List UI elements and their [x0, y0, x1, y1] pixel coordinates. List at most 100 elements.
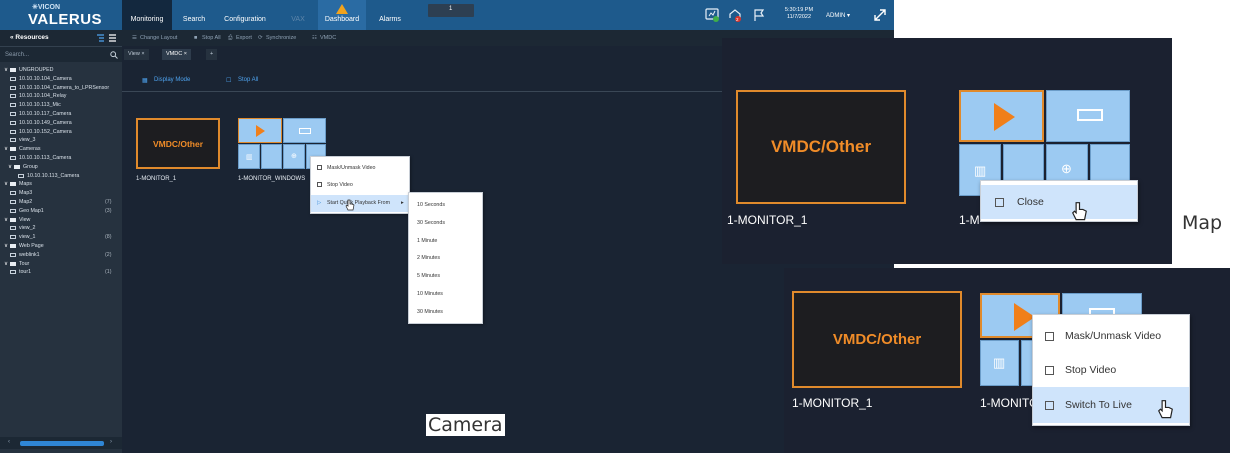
sidebar-title[interactable]: « Resources — [10, 34, 49, 41]
export-icon: ⎙ — [228, 35, 233, 41]
sidebar-item[interactable]: tour1 (1) — [0, 268, 122, 277]
chevron-down-icon[interactable]: ∨ — [4, 67, 8, 73]
sidebar-item-label: view_1 — [19, 234, 36, 241]
map-zoom-vmdc-tile[interactable]: VMDC/Other — [736, 90, 906, 204]
sidebar-item[interactable]: 10.10.10.104_Camera — [0, 75, 122, 84]
tab-alarms[interactable]: Alarms — [368, 0, 412, 30]
sidebar-item[interactable]: ∨ Cameras — [0, 145, 122, 154]
tab-dashboard[interactable]: Dashboard — [318, 0, 366, 30]
tab-configuration[interactable]: Configuration — [216, 0, 274, 30]
zoom-mask-unmask-item[interactable]: Mask/Unmask Video — [1033, 319, 1189, 353]
stop-all-mode-button[interactable]: Stop All — [238, 77, 258, 83]
list-view-icon[interactable] — [108, 34, 117, 42]
playback-duration-label: 5 Minutes — [417, 273, 440, 280]
sidebar-item-label: Group — [23, 163, 38, 170]
grid-cell-empty[interactable] — [261, 144, 282, 169]
sidebar-item[interactable]: 10.10.10.113_Camera — [0, 154, 122, 163]
fullscreen-icon[interactable] — [872, 7, 888, 23]
playback-duration-item[interactable]: 5 Minutes — [409, 268, 482, 284]
tab-vax[interactable]: VAX — [280, 0, 316, 30]
close-menu-item[interactable]: Close — [981, 185, 1137, 219]
flag-icon[interactable] — [752, 8, 766, 22]
search-icon[interactable] — [110, 51, 118, 59]
change-layout-button[interactable]: Change Layout — [140, 35, 177, 41]
chevron-down-icon[interactable]: ∨ — [4, 181, 8, 187]
sidebar-item[interactable]: view_2 — [0, 224, 122, 233]
folder-icon — [14, 164, 20, 169]
resource-search-input[interactable]: Search... — [0, 46, 122, 62]
camera-zoom-cell-map[interactable]: ▥ — [980, 340, 1019, 386]
chevron-down-icon[interactable]: ∨ — [4, 217, 8, 223]
sidebar-item[interactable]: Map3 — [0, 189, 122, 198]
tab-view[interactable]: View × — [124, 49, 149, 60]
tab-monitoring[interactable]: Monitoring — [122, 0, 172, 30]
sidebar-item[interactable]: 10.10.10.117_Camera — [0, 110, 122, 119]
playback-duration-item[interactable]: 10 Minutes — [409, 286, 482, 302]
zoom-stop-video-item[interactable]: Stop Video — [1033, 353, 1189, 387]
grid-cell-camera[interactable] — [238, 118, 282, 143]
sidebar-item-label: Geo Map1 — [19, 207, 44, 214]
sidebar-item[interactable]: ∨ Tour — [0, 260, 122, 269]
sidebar-item[interactable]: view_3 — [0, 136, 122, 145]
sidebar-item[interactable]: Geo Map1 (3) — [0, 207, 122, 216]
synchronize-button[interactable]: Synchronize — [266, 35, 296, 41]
quick-playback-menu-item[interactable]: ▷ Start Quick Playback From ▸ — [311, 195, 409, 212]
sidebar-item[interactable]: ∨ Group — [0, 163, 122, 172]
map-caption: Map — [1182, 212, 1223, 234]
add-tab-button[interactable]: + — [206, 49, 218, 60]
scrollbar-thumb[interactable] — [20, 441, 104, 446]
display-mode-button[interactable]: Display Mode — [154, 77, 190, 83]
vmdc-other-tile[interactable]: VMDC/Other — [136, 118, 220, 169]
lpr-icon — [10, 85, 16, 90]
vmdc-button[interactable]: VMDC — [320, 35, 336, 41]
playback-duration-item[interactable]: 10 Seconds — [409, 197, 482, 213]
sidebar-item[interactable]: weblink1 (2) — [0, 251, 122, 260]
scroll-left-icon[interactable]: ‹ — [8, 439, 10, 445]
map-zoom-cell-camera[interactable] — [959, 90, 1044, 142]
camera-caption: Camera — [426, 414, 505, 436]
sidebar-item[interactable]: 10.10.10.113_Mic — [0, 101, 122, 110]
sidebar-item[interactable]: ∨ Web Page — [0, 242, 122, 251]
sidebar-item-label: UNGROUPED — [19, 67, 54, 73]
sidebar-item[interactable]: 10.10.10.149_Camera — [0, 119, 122, 128]
camera-zoom-vmdc-tile[interactable]: VMDC/Other — [792, 291, 962, 388]
upload-notification-icon[interactable] — [728, 8, 742, 22]
user-menu[interactable]: ADMIN ▾ — [826, 12, 850, 19]
playback-duration-item[interactable]: 1 Minute — [409, 233, 482, 249]
playback-duration-item[interactable]: 30 Minutes — [409, 304, 482, 320]
export-button[interactable]: Export — [236, 35, 252, 41]
sidebar-item[interactable]: Map2 (7) — [0, 198, 122, 207]
sidebar-item[interactable]: 10.10.10.113_Camera — [0, 172, 122, 181]
scroll-right-icon[interactable]: › — [110, 439, 112, 445]
grid-cell-map[interactable]: ▥ — [238, 144, 260, 169]
chevron-down-icon[interactable]: ∨ — [4, 146, 8, 152]
tree-view-icon[interactable] — [96, 34, 105, 42]
sidebar-item[interactable]: 10.10.10.152_Camera — [0, 128, 122, 137]
monitor-alert-icon[interactable] — [705, 8, 719, 22]
alarm-count-panel[interactable]: 1 — [428, 4, 474, 17]
mask-unmask-menu-item[interactable]: Mask/Unmask Video — [311, 160, 409, 176]
stop-video-menu-item[interactable]: Stop Video — [311, 177, 409, 193]
grid-cell-web[interactable]: ⊕ — [283, 144, 305, 169]
tab-search[interactable]: Search — [176, 0, 212, 30]
sidebar-item[interactable]: ∨ View — [0, 216, 122, 225]
sidebar-item[interactable]: 10.10.10.104_Relay — [0, 92, 122, 101]
grid-cell-keyboard[interactable] — [283, 118, 326, 143]
resource-tree: ∨ UNGROUPED 10.10.10.104_Camera 10.10.10.10… — [0, 66, 122, 277]
monitor-1-label: 1-MONITOR_1 — [136, 176, 177, 182]
chevron-down-icon[interactable]: ∨ — [4, 243, 8, 249]
sidebar-item[interactable]: ∨ UNGROUPED — [0, 66, 122, 75]
sidebar-item[interactable]: 10.10.10.104_Camera_to_LPRSensor — [0, 84, 122, 93]
sidebar-item[interactable]: ∨ Maps — [0, 180, 122, 189]
chevron-down-icon[interactable]: ∨ — [8, 164, 12, 170]
stop-all-toolbar-button[interactable]: Stop All — [202, 35, 221, 41]
map-zoom-cell-keyboard[interactable] — [1046, 90, 1130, 142]
view-icon — [10, 226, 16, 231]
playback-duration-item[interactable]: 2 Minutes — [409, 250, 482, 266]
sidebar-scrollbar[interactable]: ‹ › — [0, 437, 122, 449]
playback-duration-item[interactable]: 30 Seconds — [409, 215, 482, 231]
stop-all-checkbox-icon[interactable]: ☐ — [226, 77, 231, 84]
chevron-down-icon[interactable]: ∨ — [4, 261, 8, 267]
sidebar-item[interactable]: view_1 (8) — [0, 233, 122, 242]
tab-vmdc[interactable]: VMDC × — [162, 49, 191, 60]
